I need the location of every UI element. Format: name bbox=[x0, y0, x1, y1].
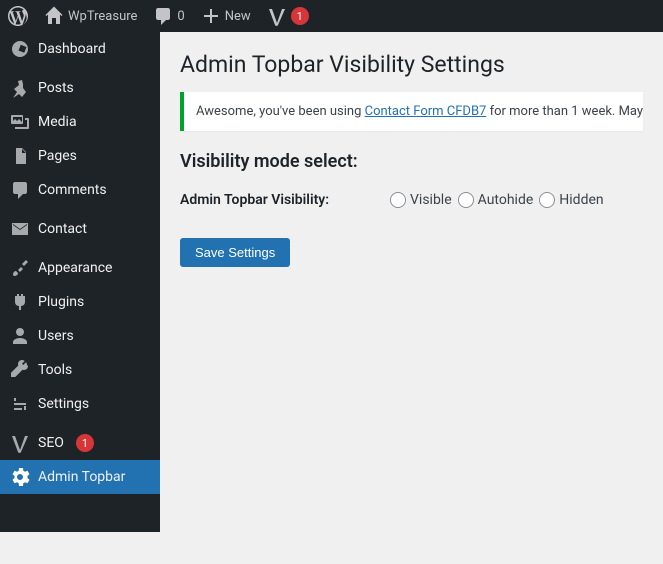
notice-text-pre: Awesome, you've been using bbox=[196, 104, 365, 119]
field-label: Admin Topbar Visibility: bbox=[180, 192, 340, 208]
media-icon bbox=[10, 112, 30, 132]
home-icon bbox=[44, 6, 64, 26]
admin-sidebar: Dashboard Posts Media Pages Comments Con… bbox=[0, 32, 160, 532]
dashboard-icon bbox=[10, 39, 30, 59]
wordpress-icon bbox=[8, 6, 28, 26]
seo-badge: 1 bbox=[76, 434, 94, 452]
yoast-icon bbox=[10, 433, 30, 453]
sidebar-item-admin-topbar[interactable]: Admin Topbar bbox=[0, 460, 160, 494]
sidebar-item-label: Appearance bbox=[38, 260, 112, 276]
alert-badge: 1 bbox=[291, 7, 309, 25]
plus-icon bbox=[201, 6, 221, 26]
radio-icon bbox=[390, 192, 406, 208]
page-icon bbox=[10, 146, 30, 166]
section-title: Visibility mode select: bbox=[180, 151, 643, 172]
sidebar-item-label: Pages bbox=[38, 148, 77, 164]
sidebar-item-appearance[interactable]: Appearance bbox=[0, 251, 160, 285]
sidebar-item-label: Settings bbox=[38, 396, 89, 412]
yoast-icon bbox=[267, 6, 287, 26]
sidebar-item-label: Dashboard bbox=[38, 41, 106, 57]
sidebar-item-label: Comments bbox=[38, 182, 107, 198]
adminbar: WpTreasure 0 New 1 bbox=[0, 0, 663, 32]
comment-icon bbox=[10, 180, 30, 200]
sidebar-item-label: Admin Topbar bbox=[38, 469, 125, 485]
gear-icon bbox=[10, 467, 30, 487]
radio-option-visible[interactable]: Visible bbox=[390, 192, 452, 208]
sidebar-item-pages[interactable]: Pages bbox=[0, 139, 160, 173]
sidebar-item-dashboard[interactable]: Dashboard bbox=[0, 32, 160, 66]
sidebar-item-posts[interactable]: Posts bbox=[0, 71, 160, 105]
radio-icon bbox=[539, 192, 555, 208]
radio-label: Autohide bbox=[478, 192, 534, 208]
radio-icon bbox=[458, 192, 474, 208]
comment-icon bbox=[153, 6, 173, 26]
sidebar-item-tools[interactable]: Tools bbox=[0, 353, 160, 387]
sidebar-item-label: SEO bbox=[38, 435, 64, 451]
radio-label: Hidden bbox=[559, 192, 603, 208]
brush-icon bbox=[10, 258, 30, 278]
sidebar-item-label: Contact bbox=[38, 221, 87, 237]
sidebar-item-label: Media bbox=[38, 114, 77, 130]
visibility-field-row: Admin Topbar Visibility: Visible Autohid… bbox=[180, 192, 643, 208]
comments-link[interactable]: 0 bbox=[145, 0, 192, 32]
page-title: Admin Topbar Visibility Settings bbox=[180, 42, 643, 82]
site-name: WpTreasure bbox=[68, 9, 137, 24]
radio-option-autohide[interactable]: Autohide bbox=[458, 192, 534, 208]
sliders-icon bbox=[10, 394, 30, 414]
radio-label: Visible bbox=[410, 192, 452, 208]
sidebar-item-plugins[interactable]: Plugins bbox=[0, 285, 160, 319]
sidebar-item-media[interactable]: Media bbox=[0, 105, 160, 139]
seo-alert[interactable]: 1 bbox=[259, 0, 317, 32]
site-link[interactable]: WpTreasure bbox=[36, 0, 145, 32]
wrench-icon bbox=[10, 360, 30, 380]
success-notice: Awesome, you've been using Contact Form … bbox=[180, 92, 643, 131]
notice-text-post: for more than 1 week. May we a bbox=[486, 104, 643, 119]
sidebar-item-settings[interactable]: Settings bbox=[0, 387, 160, 421]
comments-count: 0 bbox=[177, 9, 184, 24]
wp-logo[interactable] bbox=[0, 0, 36, 32]
new-content[interactable]: New bbox=[193, 0, 259, 32]
new-label: New bbox=[225, 9, 251, 24]
mail-icon bbox=[10, 219, 30, 239]
sidebar-item-contact[interactable]: Contact bbox=[0, 212, 160, 246]
sidebar-item-label: Plugins bbox=[38, 294, 84, 310]
sidebar-item-seo[interactable]: SEO 1 bbox=[0, 426, 160, 460]
visibility-radio-group: Visible Autohide Hidden bbox=[390, 192, 604, 208]
user-icon bbox=[10, 326, 30, 346]
sidebar-item-label: Tools bbox=[38, 362, 72, 378]
notice-link[interactable]: Contact Form CFDB7 bbox=[365, 104, 487, 119]
sidebar-item-users[interactable]: Users bbox=[0, 319, 160, 353]
pin-icon bbox=[10, 78, 30, 98]
plugin-icon bbox=[10, 292, 30, 312]
save-button[interactable]: Save Settings bbox=[180, 238, 290, 267]
sidebar-item-label: Posts bbox=[38, 80, 74, 96]
sidebar-item-label: Users bbox=[38, 328, 74, 344]
sidebar-item-comments[interactable]: Comments bbox=[0, 173, 160, 207]
radio-option-hidden[interactable]: Hidden bbox=[539, 192, 603, 208]
content-area: Admin Topbar Visibility Settings Awesome… bbox=[160, 32, 663, 287]
